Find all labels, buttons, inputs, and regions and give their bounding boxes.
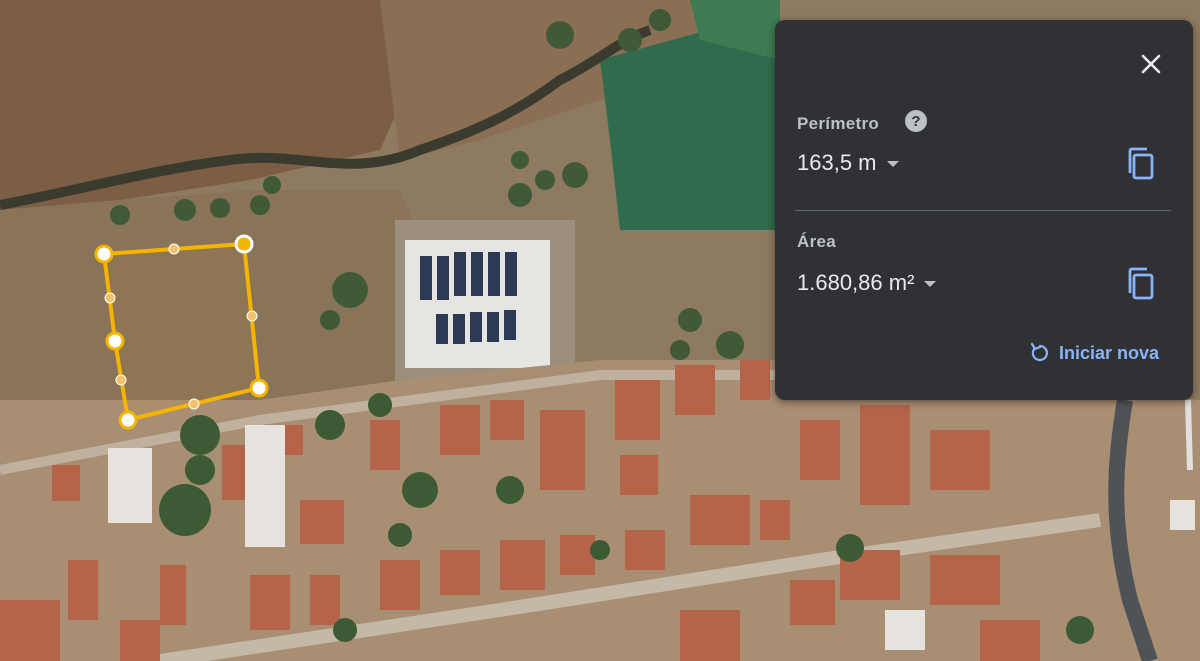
close-button[interactable] xyxy=(1137,50,1165,78)
start-new-label: Iniciar nova xyxy=(1058,342,1159,363)
perimeter-label: Perímetro xyxy=(797,114,880,133)
restart-icon xyxy=(1030,342,1048,362)
area-value: 1.680,86 m² xyxy=(797,270,915,295)
divider xyxy=(795,210,1171,211)
area-value-dropdown[interactable]: 1.680,86 m² xyxy=(797,270,937,296)
perimeter-value-dropdown[interactable]: 163,5 m xyxy=(797,150,899,176)
measure-distance-panel: Perímetro ? 163,5 m Área 1.680,86 m² Ini… xyxy=(775,20,1193,400)
help-icon[interactable]: ? xyxy=(905,110,927,132)
perimeter-value: 163,5 m xyxy=(797,150,877,175)
caret-down-icon xyxy=(886,161,899,167)
copy-area-button[interactable] xyxy=(1125,266,1157,302)
close-icon xyxy=(1141,54,1161,74)
copy-icon xyxy=(1128,147,1154,180)
area-label: Área xyxy=(797,232,837,251)
start-new-measurement-button[interactable]: Iniciar nova xyxy=(1029,342,1159,364)
caret-down-icon xyxy=(924,281,937,287)
copy-perimeter-button[interactable] xyxy=(1125,146,1157,182)
copy-icon xyxy=(1128,267,1154,300)
